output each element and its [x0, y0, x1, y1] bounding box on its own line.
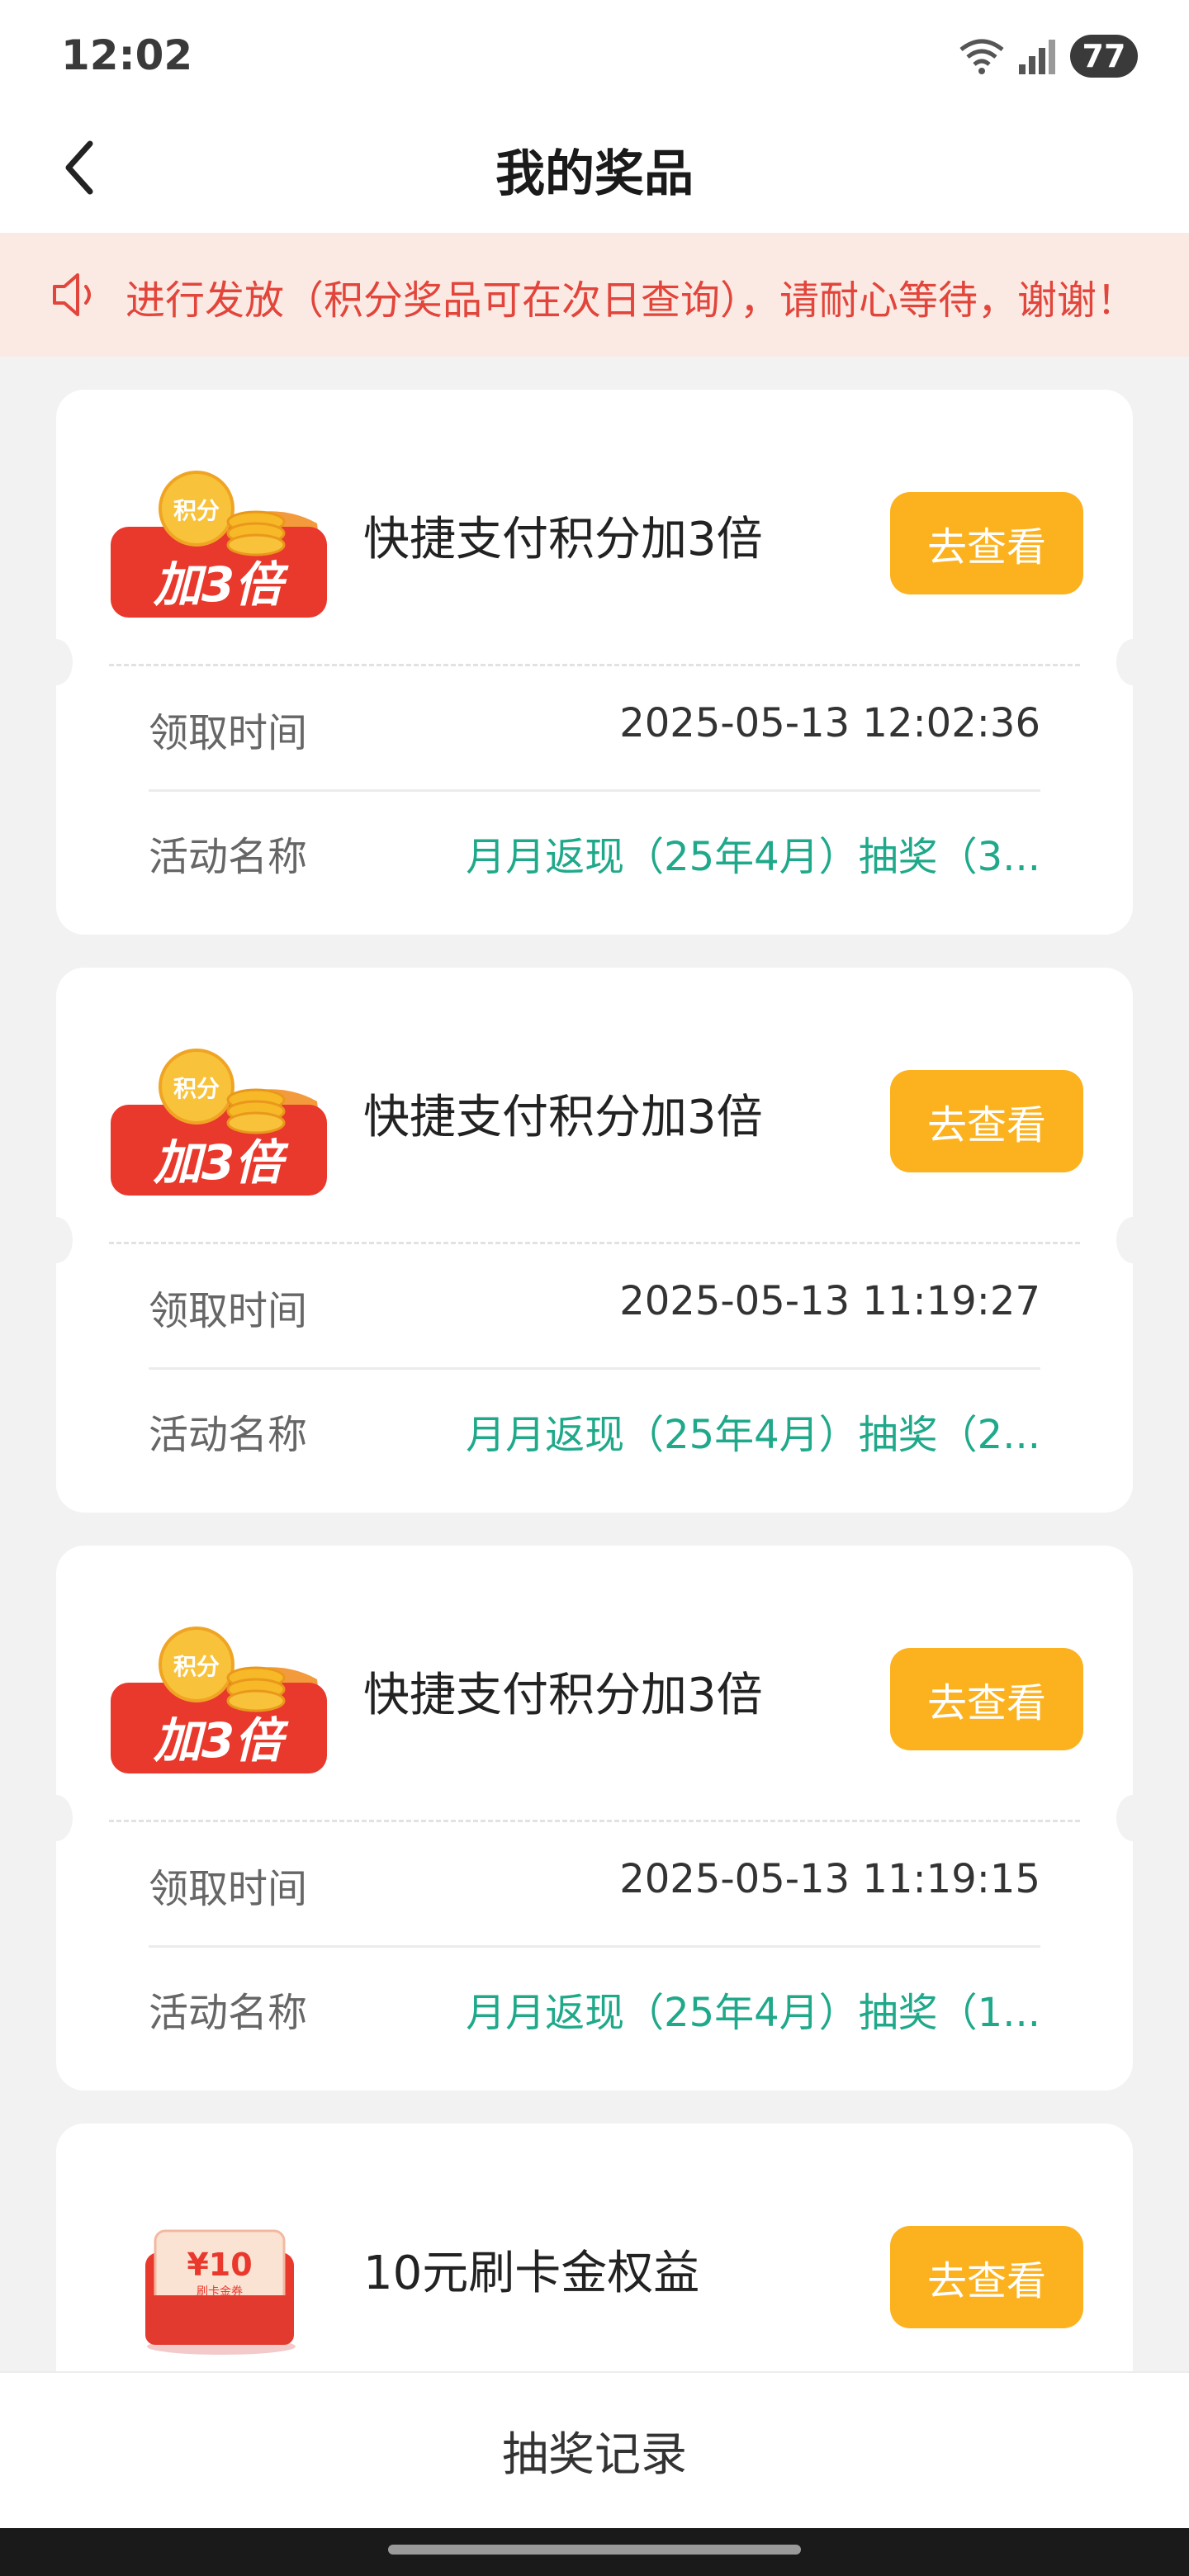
badge-main-text: 加3倍	[153, 1134, 289, 1191]
claim-time-value: 2025-05-13 11:19:27	[619, 1278, 1040, 1324]
activity-name-label: 活动名称	[149, 1412, 308, 1458]
divider	[149, 789, 1040, 792]
bottom-bar: 抽奖记录	[0, 2371, 1189, 2528]
view-prize-button[interactable]: 去查看	[890, 492, 1083, 594]
activity-name-label: 活动名称	[149, 834, 308, 880]
status-indicators: 77	[958, 33, 1138, 79]
view-prize-button[interactable]: 去查看	[890, 1070, 1083, 1172]
prize-name: 快捷支付积分加3倍	[363, 1669, 763, 1722]
badge-main-text: 加3倍	[153, 556, 289, 613]
claim-time-label: 领取时间	[149, 1866, 308, 1912]
activity-name-link[interactable]: 月月返现（25年4月）抽奖（3...	[466, 824, 1040, 882]
divider	[149, 1367, 1040, 1370]
status-time: 12:02	[61, 31, 193, 79]
battery-indicator: 77	[1070, 35, 1138, 78]
prize-card: 积分 加3倍 快捷支付积分加3倍 去查看 领取时间 2025-05-13 11:…	[40, 968, 1149, 1513]
wifi-icon	[959, 39, 1004, 74]
prize-name: 10元刷卡金权益	[363, 2247, 700, 2300]
activity-name-label: 活动名称	[149, 1990, 308, 2036]
prize-card: ¥10 刷卡金券 10元刷卡金权益 去查看	[56, 2124, 1133, 2371]
gesture-bar	[0, 2528, 1189, 2576]
prize-name: 快捷支付积分加3倍	[363, 513, 763, 566]
card-coupon-icon: ¥10 刷卡金券	[145, 2229, 296, 2355]
divider	[109, 1820, 1080, 1822]
page-title: 我的奖品	[495, 145, 694, 203]
activity-name-link[interactable]: 月月返现（25年4月）抽奖（1...	[466, 1980, 1040, 2038]
divider	[149, 1945, 1040, 1948]
claim-time-label: 领取时间	[149, 710, 308, 756]
claim-time-value: 2025-05-13 12:02:36	[619, 700, 1040, 746]
status-bar: 12:02 77	[0, 0, 1189, 109]
badge-top-text: 积分	[173, 1075, 220, 1102]
view-prize-button[interactable]: 去查看	[890, 2226, 1083, 2328]
badge-top-text: 积分	[173, 497, 220, 524]
points-triple-badge-icon: 积分 加3倍	[111, 1049, 327, 1196]
notice-text: 进行发放（积分奖品可在次日查询），请耐心等待，谢谢！	[126, 277, 1137, 324]
badge-top-text: 积分	[173, 1653, 220, 1680]
prize-card: 积分 加3倍 快捷支付积分加3倍 去查看 领取时间 2025-05-13 11:…	[40, 1546, 1149, 2091]
claim-time-label: 领取时间	[149, 1288, 308, 1334]
coupon-amount-text: ¥10	[187, 2247, 252, 2283]
divider	[109, 1242, 1080, 1244]
claim-time-value: 2025-05-13 11:19:15	[619, 1856, 1040, 1902]
signal-icon	[1019, 40, 1055, 74]
prize-name: 快捷支付积分加3倍	[363, 1091, 763, 1144]
points-triple-badge-icon: 积分 加3倍	[111, 471, 327, 618]
draw-records-button[interactable]: 抽奖记录	[502, 2417, 687, 2484]
badge-main-text: 加3倍	[153, 1712, 289, 1769]
home-indicator[interactable]	[388, 2545, 801, 2555]
navigation-header: 我的奖品	[0, 109, 1189, 233]
divider	[109, 664, 1080, 666]
activity-name-link[interactable]: 月月返现（25年4月）抽奖（2...	[466, 1402, 1040, 1460]
coupon-sub-text: 刷卡金券	[197, 2285, 243, 2299]
speaker-icon	[53, 273, 91, 316]
prize-list: 积分 加3倍 快捷支付积分加3倍 去查看 领取时间 2025-05-13 12:…	[0, 357, 1189, 2371]
points-triple-badge-icon: 积分 加3倍	[111, 1627, 327, 1773]
prize-card: 积分 加3倍 快捷支付积分加3倍 去查看 领取时间 2025-05-13 12:…	[40, 390, 1149, 935]
notice-banner: 进行发放（积分奖品可在次日查询），请耐心等待，谢谢！	[0, 233, 1189, 357]
view-prize-button[interactable]: 去查看	[890, 1648, 1083, 1750]
